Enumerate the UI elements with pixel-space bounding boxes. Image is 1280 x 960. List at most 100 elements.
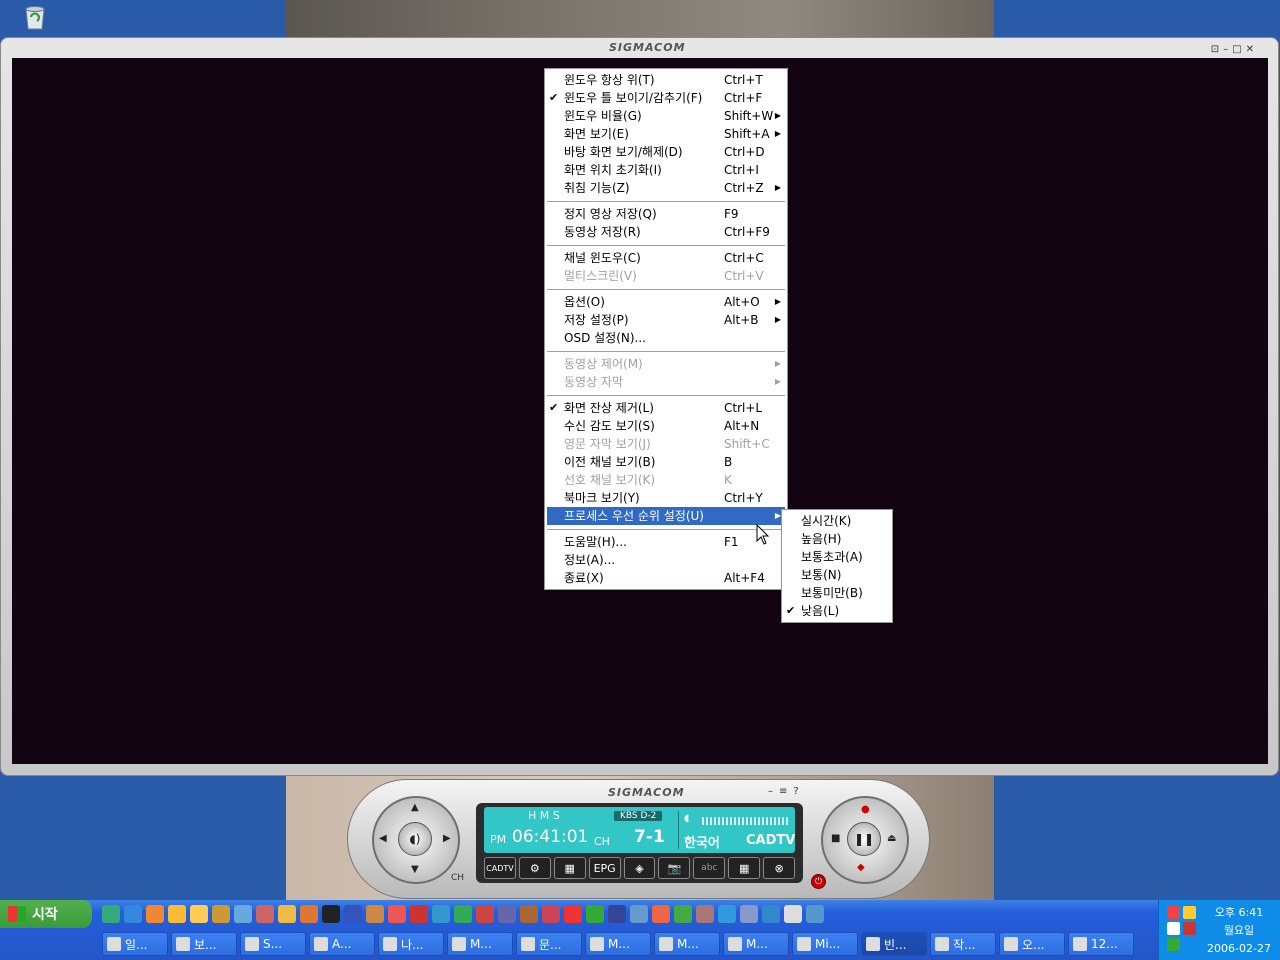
panel-minimize-button[interactable]: – (768, 786, 773, 797)
quick-launch-icon[interactable] (520, 905, 538, 923)
up-arrow-icon[interactable]: ▲ (411, 802, 419, 813)
menu-item[interactable]: 동영상 저장(R) Ctrl+F9 (545, 223, 787, 241)
menu-item[interactable]: 채널 윈도우(C) Ctrl+C (545, 249, 787, 267)
close-button[interactable]: ✕ (1246, 44, 1254, 55)
menu-item[interactable]: ✔ 화면 잔상 제거(L) Ctrl+L (545, 399, 787, 417)
menu-item[interactable]: 취침 기능(Z) Ctrl+Z ▶ (545, 179, 787, 197)
quick-launch-icon[interactable] (652, 905, 670, 923)
left-arrow-icon[interactable]: ◀ (379, 833, 387, 844)
tray-icon[interactable] (1183, 922, 1196, 935)
priority-option[interactable]: 보통초과(A) (782, 548, 892, 566)
volume-navigation-disc[interactable]: ▲ ▼ ◀ ▶ ◖) (372, 796, 460, 884)
quick-launch-icon[interactable] (630, 905, 648, 923)
priority-option[interactable]: 높음(H) (782, 530, 892, 548)
eject-icon[interactable]: ⏏ (887, 833, 896, 844)
panel-menu-button[interactable]: ≡ (779, 786, 787, 797)
task-button[interactable]: 나... (378, 932, 444, 956)
priority-option[interactable]: 실시간(K) (782, 512, 892, 530)
menu-item[interactable]: 정보(A)... (545, 551, 787, 569)
record-dot-icon[interactable]: ● (861, 804, 870, 815)
quick-launch-icon[interactable] (762, 905, 780, 923)
quick-launch-icon[interactable] (586, 905, 604, 923)
priority-option[interactable]: ✔ 낮음(L) (782, 602, 892, 620)
maximize-button[interactable]: □ (1232, 44, 1241, 55)
task-button[interactable]: 일... (102, 932, 168, 956)
priority-option[interactable]: 보통미만(B) (782, 584, 892, 602)
quick-launch-icon[interactable] (388, 905, 406, 923)
grid-button[interactable]: ▦ (553, 857, 586, 879)
settings-button[interactable]: ⊗ (763, 857, 796, 879)
task-button[interactable]: 12... (1068, 932, 1134, 956)
quick-launch-icon[interactable] (366, 905, 384, 923)
epg-button[interactable]: EPG (588, 857, 621, 879)
menu-item[interactable]: ✔ 윈도우 틀 보이기/감추기(F) Ctrl+F (545, 89, 787, 107)
task-button[interactable]: M... (723, 932, 789, 956)
quick-launch-icon[interactable] (212, 905, 230, 923)
subtitle-button[interactable]: abc (693, 857, 726, 879)
quick-launch-icon[interactable] (168, 905, 186, 923)
audio-button[interactable]: ◈ (623, 857, 656, 879)
right-arrow-icon[interactable]: ▶ (443, 833, 451, 844)
mute-button[interactable]: ◖) (398, 822, 432, 856)
quick-launch-icon[interactable] (784, 905, 802, 923)
quick-launch-icon[interactable] (806, 905, 824, 923)
quick-launch-icon[interactable] (608, 905, 626, 923)
menu-item[interactable]: 도움말(H)... F1 (545, 533, 787, 551)
quick-launch-icon[interactable] (454, 905, 472, 923)
quick-launch-icon[interactable] (124, 905, 142, 923)
menu-item[interactable]: 바탕 화면 보기/해제(D) Ctrl+D (545, 143, 787, 161)
menu-item[interactable]: 윈도우 비율(G) Shift+W ▶ (545, 107, 787, 125)
quick-launch-icon[interactable] (674, 905, 692, 923)
menu-item[interactable]: 정지 영상 저장(Q) F9 (545, 205, 787, 223)
quick-launch-icon[interactable] (476, 905, 494, 923)
quick-launch-icon[interactable] (146, 905, 164, 923)
camera-button[interactable]: 📷 (658, 857, 691, 879)
task-button[interactable]: M... (585, 932, 651, 956)
quick-launch-icon[interactable] (234, 905, 252, 923)
quick-launch-icon[interactable] (322, 905, 340, 923)
menu-item[interactable]: 화면 보기(E) Shift+A ▶ (545, 125, 787, 143)
rewind-icon[interactable]: ■ (831, 833, 840, 844)
task-button[interactable]: A... (309, 932, 375, 956)
quick-launch-icon[interactable] (718, 905, 736, 923)
quick-launch-icon[interactable] (190, 905, 208, 923)
task-button[interactable]: M... (654, 932, 720, 956)
quick-launch-icon[interactable] (410, 905, 428, 923)
cadtv-button[interactable]: CADTV (484, 857, 516, 879)
tray-icon[interactable] (1183, 906, 1196, 919)
tray-icon[interactable] (1167, 906, 1180, 919)
task-button[interactable]: 작... (930, 932, 996, 956)
task-button[interactable]: M... (447, 932, 513, 956)
task-button[interactable]: 오... (999, 932, 1065, 956)
menu-item[interactable]: 수신 감도 보기(S) Alt+N (545, 417, 787, 435)
quick-launch-icon[interactable] (498, 905, 516, 923)
menu-item[interactable]: 저장 설정(P) Alt+B ▶ (545, 311, 787, 329)
task-button[interactable]: 문... (516, 932, 582, 956)
clock[interactable]: 오후 6:41 월요일 2006-02-27 (1201, 904, 1277, 958)
quick-launch-icon[interactable] (542, 905, 560, 923)
menu-item[interactable]: 프로세스 우선 순위 설정(U) ▶ (547, 507, 785, 525)
tray-icon[interactable] (1167, 938, 1180, 951)
task-button[interactable]: 보... (171, 932, 237, 956)
down-arrow-icon[interactable]: ▼ (411, 864, 419, 875)
quick-launch-icon[interactable] (300, 905, 318, 923)
recycle-bin-icon[interactable] (20, 2, 50, 32)
menu-item[interactable]: OSD 설정(N)... (545, 329, 787, 347)
pin-button[interactable]: ⊡ (1211, 44, 1219, 55)
menu-item[interactable]: 이전 채널 보기(B) B (545, 453, 787, 471)
task-button[interactable]: Mi... (792, 932, 858, 956)
start-button[interactable]: 시작 (0, 900, 92, 928)
quick-launch-icon[interactable] (564, 905, 582, 923)
quick-launch-icon[interactable] (256, 905, 274, 923)
swap-icon[interactable]: ◆ (857, 862, 865, 873)
panel-help-button[interactable]: ? (793, 786, 798, 797)
menu-item[interactable]: 화면 위치 초기화(I) Ctrl+I (545, 161, 787, 179)
quick-launch-icon[interactable] (740, 905, 758, 923)
menu-item[interactable]: 옵션(O) Alt+O ▶ (545, 293, 787, 311)
menu-item[interactable]: 윈도우 항상 위(T) Ctrl+T (545, 71, 787, 89)
task-button[interactable]: S... (240, 932, 306, 956)
tools-button[interactable]: ⚙ (518, 857, 551, 879)
minimize-button[interactable]: – (1223, 44, 1228, 55)
quick-launch-icon[interactable] (696, 905, 714, 923)
multiscreen-button[interactable]: ▦ (728, 857, 761, 879)
